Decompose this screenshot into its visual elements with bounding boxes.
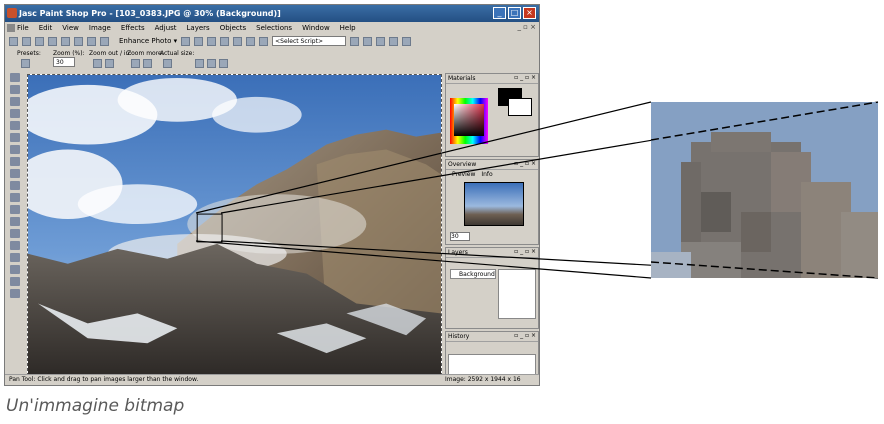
figure-caption: Un'immagine bitmap <box>6 396 185 416</box>
pixelated-detail <box>651 102 878 278</box>
pixel-zoom-view <box>651 102 878 278</box>
